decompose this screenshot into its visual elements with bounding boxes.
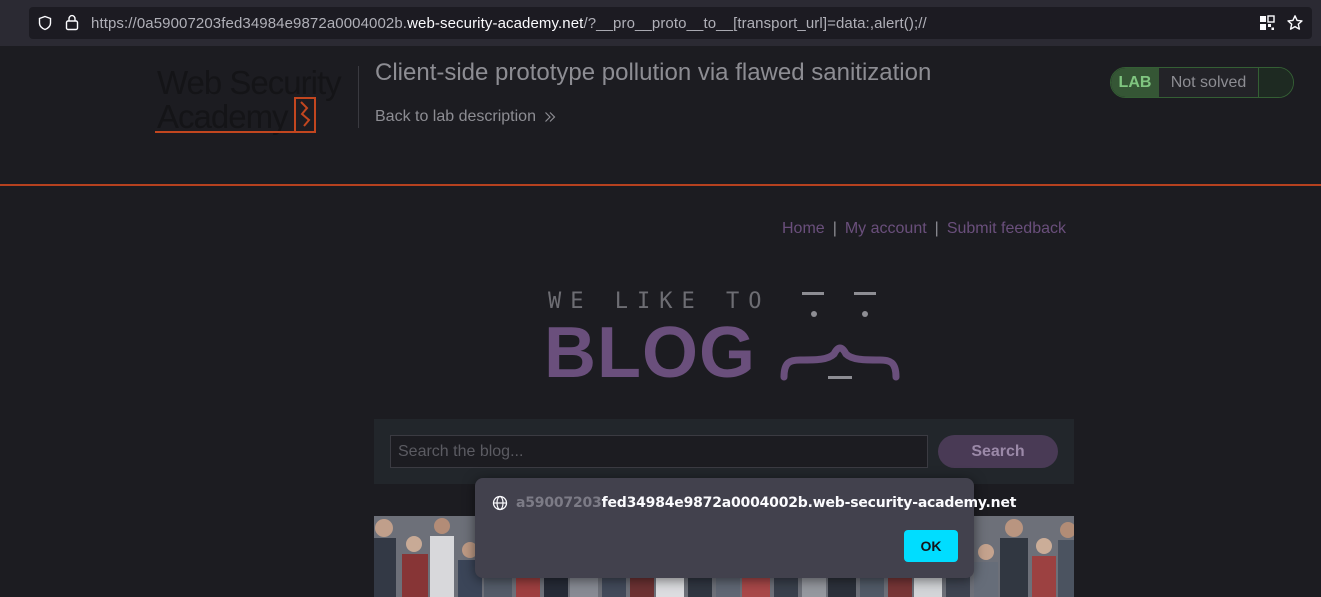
url-prefix: https://0a59007203fed34984e9872a0004002b… [91, 15, 408, 32]
lab-header: Web Security Academy Client-side prototy… [0, 46, 1321, 186]
curly-brace-face-icon [780, 292, 900, 381]
blog-search-input[interactable] [390, 435, 928, 468]
lab-status-text: Not solved [1159, 68, 1258, 97]
search-button[interactable]: Search [938, 435, 1058, 468]
blog-navigation: Home | My account | Submit feedback [782, 220, 1066, 238]
url-path: /?__pro__proto__to__[transport_url]=data… [583, 15, 927, 32]
lab-tag: LAB [1111, 68, 1159, 97]
globe-icon [492, 495, 508, 511]
alert-origin-faded: a59007203 [516, 495, 602, 511]
url-bar[interactable]: https://0a59007203fed34984e9872a0004002b… [29, 7, 1312, 39]
blog-tagline: WE LIKE TO [548, 289, 771, 314]
header-divider [358, 66, 359, 128]
back-link-label: Back to lab description [375, 108, 536, 125]
blog-logo-word: BLOG [544, 313, 756, 393]
lock-icon[interactable] [65, 14, 79, 31]
nav-separator: | [934, 220, 939, 237]
nav-separator: | [832, 220, 837, 237]
nav-home-link[interactable]: Home [782, 220, 825, 237]
back-to-lab-description-link[interactable]: Back to lab description [375, 108, 556, 126]
double-chevron-right-icon [545, 112, 556, 122]
nav-submit-feedback-link[interactable]: Submit feedback [947, 220, 1066, 237]
svg-text:Web Security: Web Security [157, 64, 342, 101]
lab-title: Client-side prototype pollution via flaw… [375, 59, 932, 86]
lab-status-badge: LAB Not solved [1110, 67, 1294, 98]
alert-origin-text: a59007203fed34984e9872a0004002b.web-secu… [516, 495, 1016, 511]
shield-icon[interactable] [37, 15, 53, 31]
ok-button[interactable]: OK [904, 530, 958, 562]
alert-dialog: a59007203fed34984e9872a0004002b.web-secu… [475, 478, 1016, 578]
svg-text:Academy: Academy [157, 98, 289, 135]
nav-my-account-link[interactable]: My account [845, 220, 927, 237]
lab-status-indicator [1258, 68, 1293, 97]
web-security-academy-logo[interactable]: Web Security Academy [155, 62, 360, 138]
qr-code-icon[interactable] [1259, 15, 1275, 31]
url-text[interactable]: https://0a59007203fed34984e9872a0004002b… [91, 15, 927, 32]
url-domain: web-security-academy.net [407, 15, 584, 32]
bookmark-star-icon[interactable] [1286, 14, 1304, 32]
alert-origin-main: fed34984e9872a0004002b.web-security-acad… [601, 495, 1017, 511]
browser-toolbar: https://0a59007203fed34984e9872a0004002b… [0, 0, 1321, 46]
search-panel: Search [374, 419, 1074, 484]
